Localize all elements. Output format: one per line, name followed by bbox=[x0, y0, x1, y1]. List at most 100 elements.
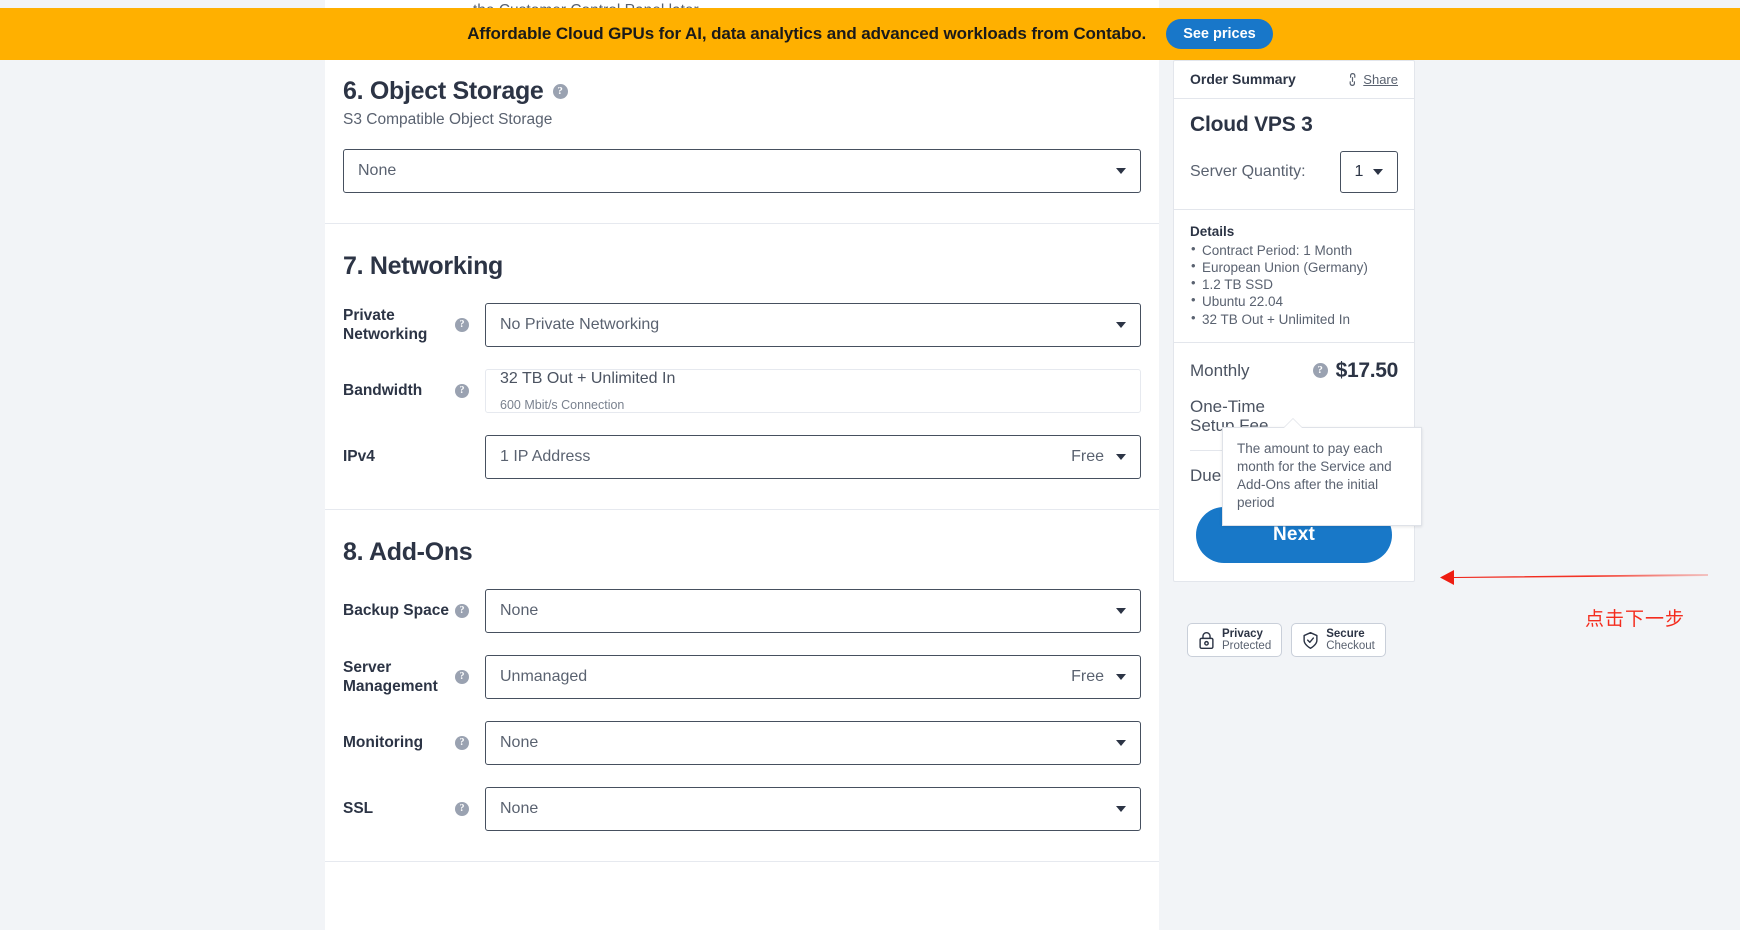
quantity-label: Server Quantity: bbox=[1190, 163, 1306, 180]
bandwidth-subtext: 600 Mbit/s Connection bbox=[500, 398, 625, 412]
see-prices-button[interactable]: See prices bbox=[1166, 18, 1273, 50]
monthly-price-tooltip: The amount to pay each month for the Ser… bbox=[1222, 418, 1422, 526]
order-summary-title: Order Summary bbox=[1190, 71, 1296, 87]
row-monitoring: Monitoring ? None bbox=[343, 721, 1141, 765]
help-icon[interactable]: ? bbox=[455, 670, 469, 684]
label-bandwidth: Bandwidth bbox=[343, 382, 423, 400]
section-networking: 7. Networking Private Networking ? No Pr… bbox=[325, 224, 1159, 510]
help-icon[interactable]: ? bbox=[1312, 363, 1328, 379]
plan-name: Cloud VPS 3 bbox=[1190, 113, 1313, 136]
plan-block: Cloud VPS 3 Server Quantity: 1 bbox=[1174, 99, 1414, 210]
section-object-storage: 6. Object Storage ? S3 Compatible Object… bbox=[325, 49, 1159, 224]
label-ipv4: IPv4 bbox=[343, 448, 375, 466]
label-ssl: SSL bbox=[343, 800, 374, 818]
trust-badges: Privacy Protected Secure Checkout bbox=[1187, 623, 1386, 657]
secure-badge-line2: Checkout bbox=[1326, 640, 1375, 652]
annotation-arrow bbox=[1440, 570, 1708, 585]
row-bandwidth: Bandwidth ? 32 TB Out + Unlimited In 600… bbox=[343, 369, 1141, 413]
list-item: European Union (Germany) bbox=[1190, 258, 1398, 276]
list-item: Ubuntu 22.04 bbox=[1190, 292, 1398, 310]
list-item: Contract Period: 1 Month bbox=[1190, 241, 1398, 259]
details-title: Details bbox=[1190, 224, 1235, 239]
backup-space-value: None bbox=[500, 602, 539, 619]
ipv4-price: Free bbox=[1071, 448, 1104, 465]
bandwidth-value: 32 TB Out + Unlimited In bbox=[500, 370, 676, 387]
bandwidth-field: 32 TB Out + Unlimited In 600 Mbit/s Conn… bbox=[485, 369, 1141, 413]
chevron-down-icon bbox=[1373, 169, 1384, 175]
chevron-down-icon bbox=[1116, 674, 1126, 680]
configurator-card: the Customer Control Panel later. 6. Obj… bbox=[325, 0, 1159, 930]
chevron-down-icon bbox=[1116, 454, 1126, 460]
quantity-row: Server Quantity: 1 bbox=[1174, 137, 1414, 210]
privacy-badge-line2: Protected bbox=[1222, 640, 1272, 652]
label-server-management: Server Management bbox=[343, 658, 438, 695]
monitoring-select[interactable]: None bbox=[485, 721, 1141, 765]
list-item: 1.2 TB SSD bbox=[1190, 275, 1398, 293]
share-label: Share bbox=[1363, 71, 1398, 87]
annotation-note: 点击下一步 bbox=[1585, 608, 1686, 630]
monthly-price: $17.50 bbox=[1335, 358, 1399, 382]
section-title-text: 7. Networking bbox=[343, 252, 504, 280]
section-title-text: 6. Object Storage bbox=[343, 77, 544, 105]
chevron-down-icon bbox=[1116, 740, 1126, 746]
privacy-badge-line1: Privacy bbox=[1222, 627, 1263, 640]
list-item: 32 TB Out + Unlimited In bbox=[1190, 310, 1398, 328]
chain-link-icon bbox=[1349, 72, 1356, 86]
row-ssl: SSL ? None bbox=[343, 787, 1141, 831]
help-icon[interactable]: ? bbox=[455, 736, 469, 750]
onetime-setup-label-line1: One-Time bbox=[1190, 396, 1265, 416]
label-monitoring: Monitoring bbox=[343, 734, 424, 752]
share-link[interactable]: Share bbox=[1346, 72, 1398, 87]
promo-banner: Affordable Cloud GPUs for AI, data analy… bbox=[0, 8, 1740, 60]
row-private-networking: Private Networking ? No Private Networki… bbox=[343, 303, 1141, 347]
secure-badge-line1: Secure bbox=[1326, 627, 1365, 640]
left-background-rail bbox=[0, 0, 325, 930]
help-icon[interactable]: ? bbox=[455, 604, 469, 618]
quantity-value: 1 bbox=[1354, 163, 1364, 180]
row-server-management: Server Management ? Unmanaged Free bbox=[343, 655, 1141, 699]
backup-space-select[interactable]: None bbox=[485, 589, 1141, 633]
shield-check-icon bbox=[1303, 631, 1318, 649]
object-storage-value: None bbox=[358, 162, 397, 179]
label-backup-space: Backup Space bbox=[343, 602, 449, 620]
section-title-object-storage: 6. Object Storage ? bbox=[343, 77, 1141, 106]
label-private-networking: Private Networking bbox=[343, 306, 428, 343]
help-icon[interactable]: ? bbox=[455, 318, 469, 332]
help-icon[interactable]: ? bbox=[552, 84, 568, 99]
section-title-networking: 7. Networking bbox=[343, 252, 1141, 281]
ipv4-select[interactable]: 1 IP Address Free bbox=[485, 435, 1141, 479]
monitoring-value: None bbox=[500, 734, 539, 751]
server-management-select[interactable]: Unmanaged Free bbox=[485, 655, 1141, 699]
server-management-value: Unmanaged bbox=[500, 668, 588, 685]
private-networking-select[interactable]: No Private Networking bbox=[485, 303, 1141, 347]
row-ipv4: IPv4 1 IP Address Free bbox=[343, 435, 1141, 479]
chevron-down-icon bbox=[1116, 322, 1126, 328]
help-icon[interactable]: ? bbox=[455, 802, 469, 816]
section-title-text: 8. Add-Ons bbox=[343, 538, 473, 566]
server-quantity-select[interactable]: 1 bbox=[1340, 151, 1398, 193]
chevron-down-icon bbox=[1116, 806, 1126, 812]
secure-checkout-badge: Secure Checkout bbox=[1291, 623, 1386, 657]
ssl-value: None bbox=[500, 800, 539, 817]
page-root: the Customer Control Panel later. 6. Obj… bbox=[0, 0, 1740, 930]
monthly-label: Monthly bbox=[1190, 360, 1250, 380]
row-backup-space: Backup Space ? None bbox=[343, 589, 1141, 633]
section-add-ons: 8. Add-Ons Backup Space ? None Server Ma… bbox=[325, 510, 1159, 862]
privacy-protected-badge: Privacy Protected bbox=[1187, 623, 1283, 657]
private-networking-value: No Private Networking bbox=[500, 316, 660, 333]
ssl-select[interactable]: None bbox=[485, 787, 1141, 831]
section-subtitle-object-storage: S3 Compatible Object Storage bbox=[343, 111, 553, 128]
section-title-add-ons: 8. Add-Ons bbox=[343, 538, 1141, 567]
object-storage-select[interactable]: None bbox=[343, 149, 1141, 193]
help-icon[interactable]: ? bbox=[455, 384, 469, 398]
chevron-down-icon bbox=[1116, 168, 1126, 174]
order-summary-header: Order Summary Share bbox=[1174, 61, 1414, 99]
details-block: Details Contract Period: 1 Month Europea… bbox=[1174, 210, 1414, 343]
lock-icon bbox=[1199, 631, 1214, 649]
monthly-price-row: Monthly ? $17.50 bbox=[1190, 359, 1398, 383]
details-list: Contract Period: 1 Month European Union … bbox=[1190, 241, 1398, 328]
ipv4-value: 1 IP Address bbox=[500, 448, 591, 465]
chevron-down-icon bbox=[1116, 608, 1126, 614]
promo-text: Affordable Cloud GPUs for AI, data analy… bbox=[467, 24, 1147, 43]
server-management-price: Free bbox=[1071, 668, 1104, 685]
